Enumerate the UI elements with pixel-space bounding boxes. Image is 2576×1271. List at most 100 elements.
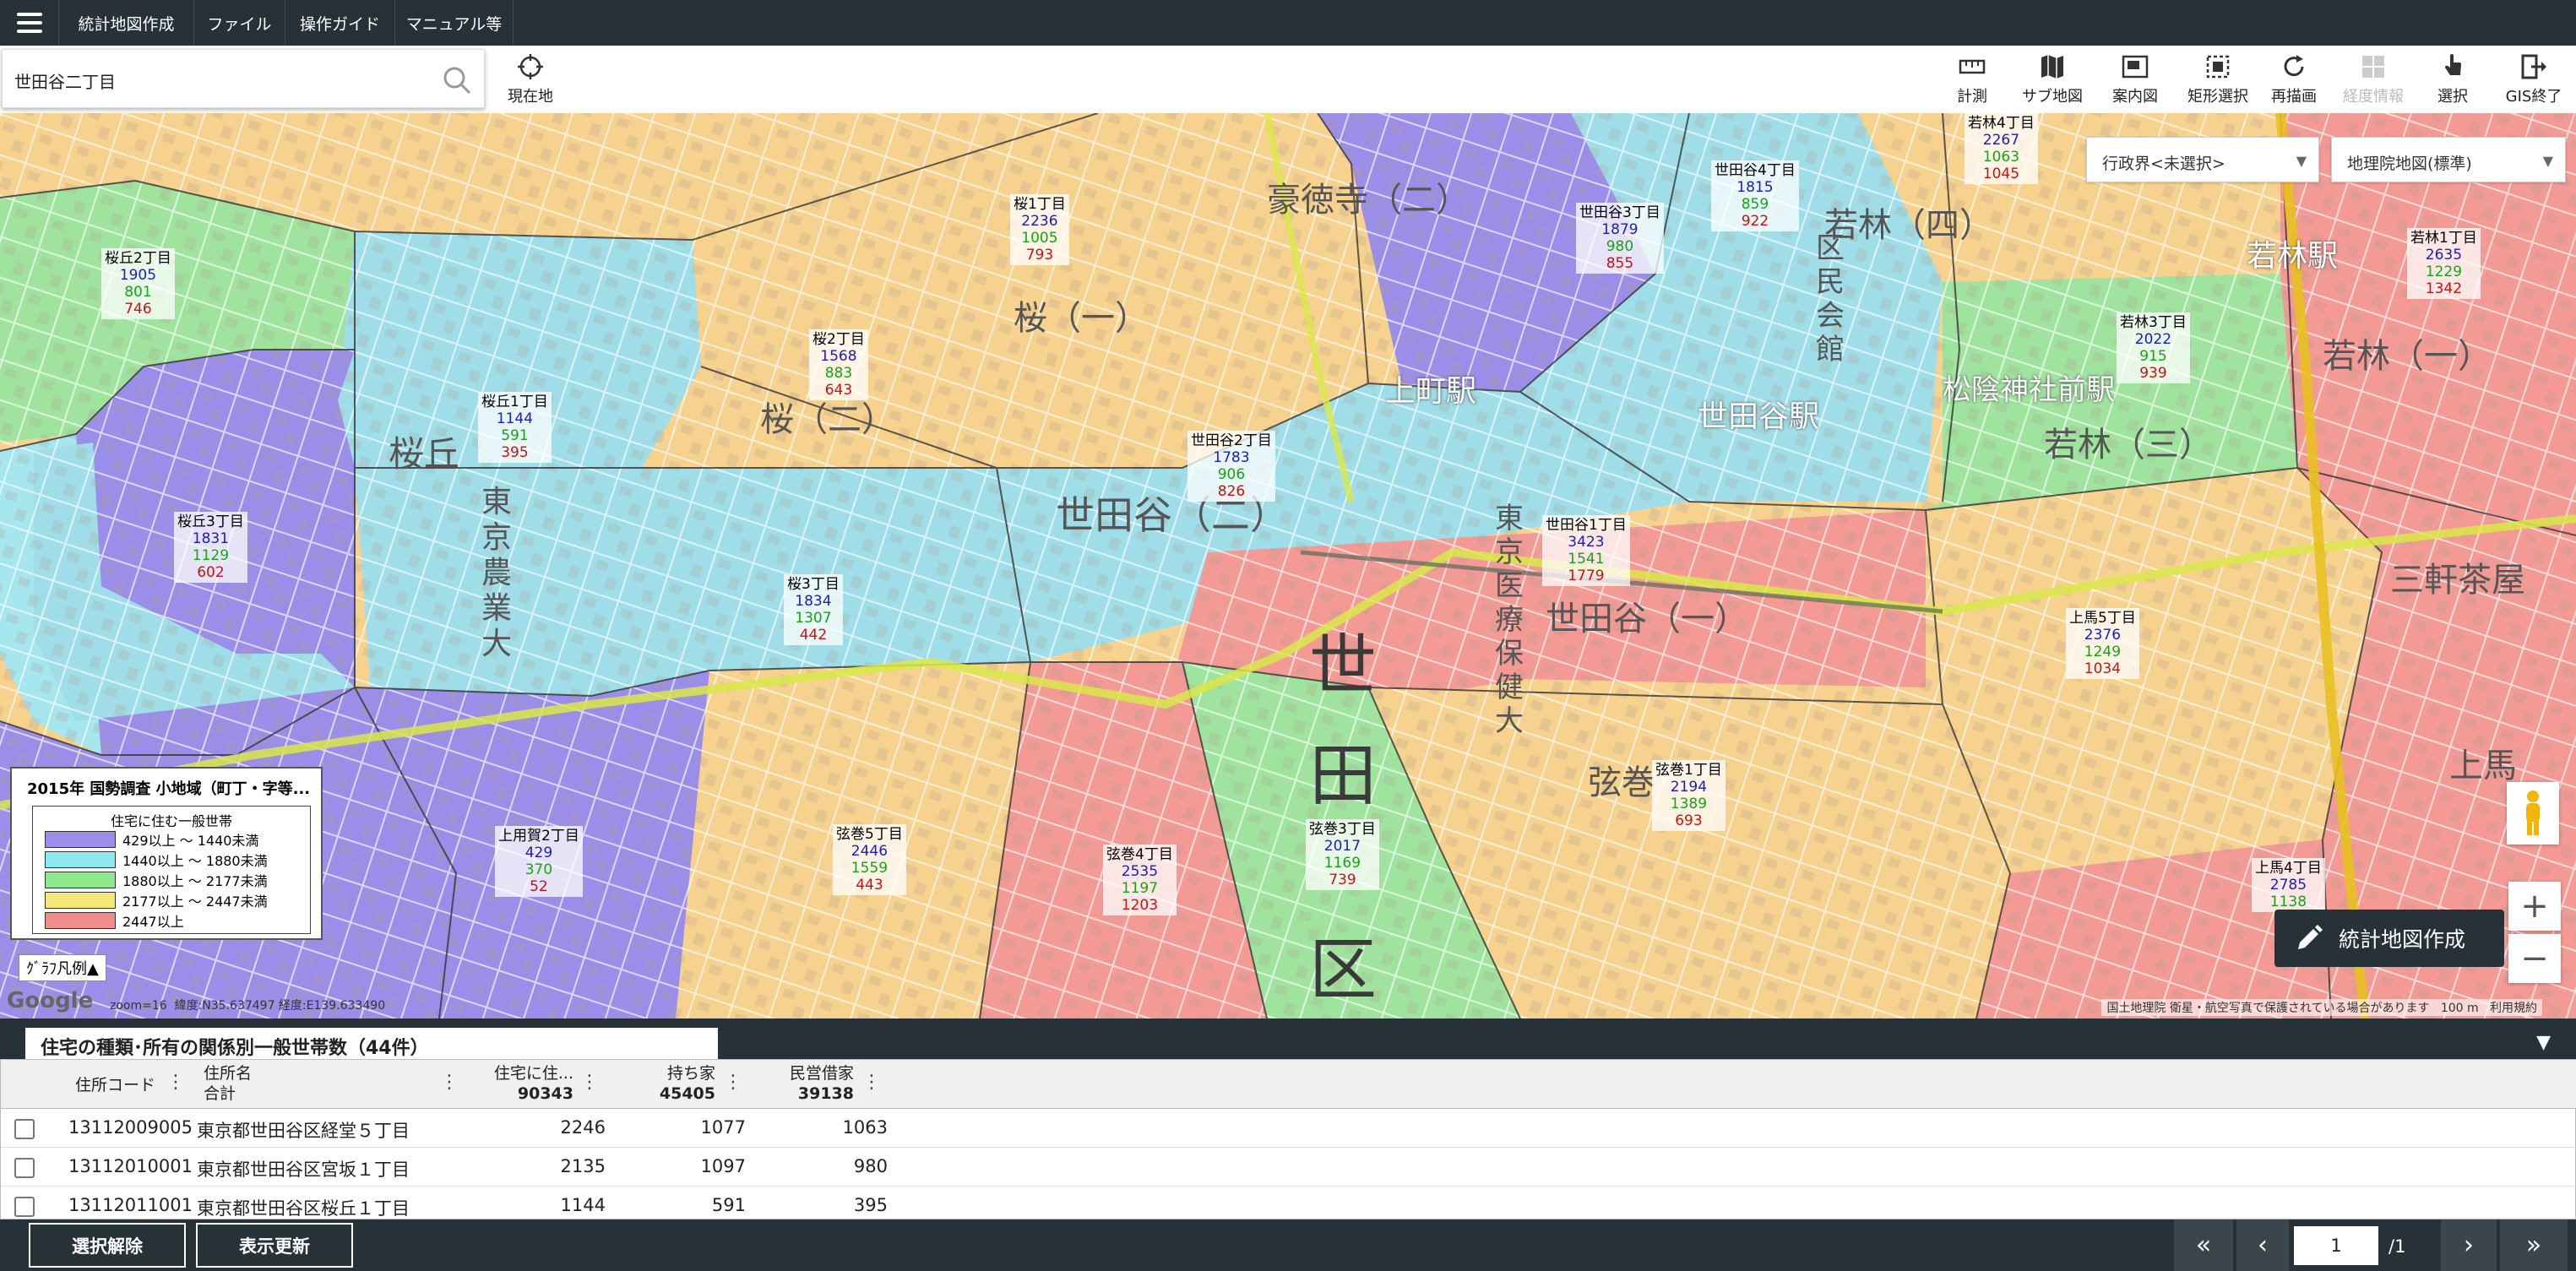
legend-item: 429以上 ～ 1440未満 [45,830,258,849]
current-location-button[interactable]: 現在地 [488,52,573,111]
legend-title: 2015年 国勢調査 小地域（町丁・字等... [27,780,311,798]
col-header-rented[interactable]: 民営借家 39138 [758,1063,854,1104]
place-name: 若林（三） [2044,426,2213,464]
collapse-panel-icon[interactable]: ▼ [2536,1032,2551,1053]
chevron-down-icon: ▼ [2542,153,2553,169]
address-search-box[interactable]: 世田谷二丁目 [2,49,485,108]
col-header-owned[interactable]: 持ち家 45405 [626,1063,715,1104]
tool-overview-map[interactable]: 案内図 [2093,52,2177,111]
next-page-button[interactable]: › [2441,1219,2497,1271]
search-icon[interactable] [440,63,474,97]
column-menu-icon[interactable]: ⋮ [440,1072,459,1093]
create-stat-map-button[interactable]: 統計地図作成 [2274,910,2504,967]
row-checkbox[interactable] [14,1158,35,1178]
boundary-select[interactable]: 行政界<未選択> ▼ [2086,137,2319,182]
tool-select[interactable]: 選択 [2410,52,2495,111]
area-label[interactable]: 若林4丁目 2267 1063 1045 [1965,113,2038,184]
col-header-name[interactable]: 住所名 合計 [204,1063,252,1104]
area-label[interactable]: 上馬5丁目 2376 1249 1034 [2066,608,2139,679]
exit-icon [2521,54,2546,79]
search-input[interactable]: 世田谷二丁目 [14,68,116,93]
menu-manual[interactable]: マニュアル等 [395,0,514,46]
graph-legend-toggle[interactable]: ｸﾞﾗﾌ凡例▲ [19,954,106,981]
tool-measure[interactable]: 計測 [1930,52,2014,111]
grid-info-icon [2362,56,2384,78]
map-canvas[interactable]: 世田谷（二） 世田谷（一） 桜（一） 桜（二） 桜丘 若林（一） 若林（四） 若… [0,113,2576,1018]
zoom-in-button[interactable]: + [2508,882,2561,931]
area-label[interactable]: 上馬4丁目 2785 1138 [2252,858,2325,912]
area-label[interactable]: 弦巻1丁目 2194 1389 693 [1652,760,1725,831]
area-label[interactable]: 弦巻3丁目 2017 1169 739 [1306,819,1379,890]
station-name: 上町駅 [1385,374,1477,409]
table-row[interactable]: 13112010001 東京都世田谷区宮坂１丁目 2135 1097 980 [1,1148,2576,1187]
area-label[interactable]: 世田谷3丁目 1879 980 855 [1576,203,1664,274]
menu-stat-map[interactable]: 統計地図作成 [59,0,194,46]
street-view-pegman-icon[interactable] [2507,782,2559,845]
area-label[interactable]: 桜丘3丁目 1831 1129 602 [174,512,247,583]
tool-refresh[interactable]: 再描画 [2252,52,2336,111]
page-count: /1 [2389,1236,2406,1257]
first-page-button[interactable]: « [2174,1219,2233,1271]
column-menu-icon[interactable]: ⋮ [166,1072,185,1093]
chevron-down-icon: ▼ [2296,153,2307,169]
area-label[interactable]: 若林1丁目 2635 1229 1342 [2407,228,2481,299]
area-label[interactable]: 世田谷1丁目 3423 1541 1779 [1542,515,1630,586]
crosshair-icon [518,54,543,79]
area-label[interactable]: 桜2丁目 1568 883 643 [809,329,868,400]
data-table: 住所コード ⋮ 住所名 合計 ⋮ 住宅に住... 90343 ⋮ 持ち家 45405 … [0,1059,2576,1220]
zoom-out-button[interactable]: − [2508,934,2561,983]
map-icon [2041,55,2063,79]
area-label[interactable]: 世田谷2丁目 1783 906 826 [1187,431,1275,502]
choropleth-map [0,113,2576,1018]
place-name: 桜（一） [1014,299,1149,338]
column-menu-icon[interactable]: ⋮ [580,1072,599,1093]
area-label[interactable]: 桜丘1丁目 1144 591 395 [478,392,552,463]
basemap-select[interactable]: 地理院地図(標準) ▼ [2331,137,2566,182]
col-header-total[interactable]: 住宅に住... 90343 [476,1063,573,1104]
area-label[interactable]: 桜1丁目 2236 1005 793 [1010,194,1069,265]
place-name: 東京医療保健大 [1495,502,1524,738]
ruler-icon [1959,59,1986,74]
place-name: 東京農業大 [481,485,513,661]
tool-sub-map[interactable]: サブ地図 [2010,52,2095,111]
legend-swatch [45,831,116,848]
area-label[interactable]: 弦巻4丁目 2535 1197 1203 [1103,845,1177,915]
area-label[interactable]: 世田谷4丁目 1815 859 922 [1711,160,1799,231]
terms-link[interactable]: 利用規約 [2490,1002,2537,1015]
area-label[interactable]: 上用賀2丁目 429 370 52 [495,826,583,897]
table-row[interactable]: 13112011001 東京都世田谷区桜丘１丁目 1144 591 395 [1,1187,2576,1220]
column-menu-icon[interactable]: ⋮ [862,1072,881,1093]
table-row[interactable]: 13112009005 東京都世田谷区経堂５丁目 2246 1077 1063 [1,1109,2576,1148]
row-checkbox[interactable] [14,1119,35,1139]
rect-select-icon [2206,55,2230,79]
overview-map-icon [2122,55,2149,79]
col-header-code[interactable]: 住所コード [75,1075,155,1095]
area-label[interactable]: 若林3丁目 2022 915 939 [2117,312,2190,383]
legend-classes: 住宅に住む一般世帯 429以上 ～ 1440未満 1440以上 ～ 1880未満… [32,806,311,934]
map-attribution: 国土地理院 衛星・航空写真で保護されている場合があります 100 m 利用規約 [2101,999,2542,1016]
refresh-display-button[interactable]: 表示更新 [196,1223,353,1268]
last-page-button[interactable]: » [2500,1219,2568,1271]
area-label[interactable]: 弦巻5丁目 2446 1559 443 [833,824,906,895]
menu-file[interactable]: ファイル [194,0,285,46]
page-number-input[interactable]: 1 [2294,1226,2378,1265]
area-label[interactable]: 桜3丁目 1834 1307 442 [784,574,843,645]
legend-item: 2447以上 [45,911,184,930]
clear-selection-button[interactable]: 選択解除 [29,1223,186,1268]
row-checkbox[interactable] [14,1197,35,1217]
tool-gis-exit[interactable]: GIS終了 [2492,52,2576,111]
station-name: 世田谷駅 [1698,399,1820,434]
prev-page-button[interactable]: ‹ [2236,1219,2289,1271]
menu-guide[interactable]: 操作ガイド [285,0,395,46]
tool-rect-select[interactable]: 矩形選択 [2176,52,2260,111]
hamburger-menu-icon[interactable] [0,0,59,46]
panel-title[interactable]: 住宅の種類･所有の関係別一般世帯数（44件） [25,1028,718,1059]
place-name: 上馬 [2449,747,2517,785]
legend-item: 1880以上 ～ 2177未満 [45,871,268,889]
place-name: 若林（四） [1824,206,1993,245]
place-name: 世田谷（一） [1546,600,1748,638]
legend-swatch [45,851,116,868]
column-menu-icon[interactable]: ⋮ [724,1072,742,1093]
tool-grid-info[interactable]: 経度情報 [2331,52,2416,111]
area-label[interactable]: 桜丘2丁目 1905 801 746 [101,248,175,319]
